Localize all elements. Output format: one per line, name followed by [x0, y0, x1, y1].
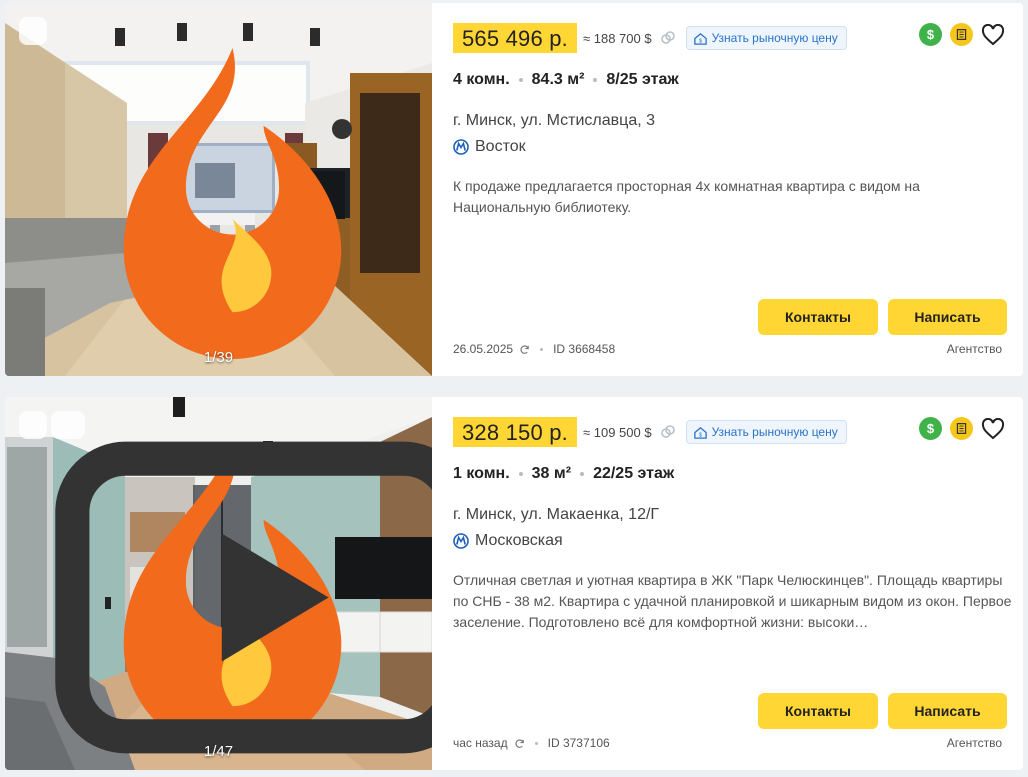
heart-icon[interactable]: [981, 23, 1005, 46]
description: Отличная светлая и уютная квартира в ЖК …: [453, 572, 1012, 630]
video-icon: [55, 441, 432, 754]
price-usd: ≈ 188 700 $: [582, 30, 652, 46]
market-price-button[interactable]: $ Узнать рыночную цену: [685, 26, 847, 50]
hot-badge: [19, 411, 342, 753]
metro-name: Восток: [475, 138, 526, 155]
dollar-icon: $: [919, 23, 942, 46]
listing-info: 565 496 р. ≈ 188 700 $ $ Узнать рыночную…: [453, 3, 1023, 376]
price-usd: ≈ 109 500 $: [582, 424, 652, 440]
hot-badge: [19, 17, 342, 359]
listing-info: 328 150 р. ≈ 109 500 $ $ Узнать рыночную…: [453, 397, 1023, 770]
rooms: 4 комн.: [453, 71, 510, 88]
rooms: 1 комн.: [453, 465, 510, 482]
metro-name: Московская: [475, 532, 563, 549]
listing-date: час назад: [453, 736, 508, 750]
listing-params: 4 комн. 84.3 м² 8/25 этаж: [453, 71, 679, 89]
listing-meta: 26.05.2025 ID 3668458: [453, 342, 615, 356]
area: 84.3 м²: [531, 71, 585, 88]
market-price-label: Узнать рыночную цену: [711, 31, 838, 45]
metro-station: Московская: [453, 532, 563, 550]
seller-type: Агентство: [946, 342, 1002, 356]
market-price-button[interactable]: $ Узнать рыночную цену: [685, 420, 847, 444]
contacts-button[interactable]: Контакты: [758, 693, 878, 729]
listing-card[interactable]: 1/39 565 496 р. ≈ 188 700 $ $ Узнать рын…: [5, 3, 1023, 376]
refresh-icon: [520, 344, 529, 354]
metro-station: Восток: [453, 138, 526, 156]
description: К продаже предлагается просторная 4х ком…: [453, 178, 920, 215]
price: 328 150 р.: [453, 417, 577, 447]
write-button[interactable]: Написать: [888, 299, 1007, 335]
seller-type: Агентство: [946, 736, 1002, 750]
refresh-icon: [515, 738, 524, 748]
address: г. Минск, ул. Мстиславца, 3: [453, 112, 655, 129]
house-price-icon: $: [693, 32, 707, 45]
document-icon: [950, 417, 973, 440]
document-icon: [950, 23, 973, 46]
fire-icon: [123, 48, 342, 359]
metro-icon: [453, 533, 469, 549]
listing-date: 26.05.2025: [453, 342, 514, 356]
floor: 8/25 этаж: [606, 71, 679, 88]
listing-card[interactable]: 1/47 328 150 р. ≈ 109 500 $ $ Узнать рын…: [5, 397, 1023, 770]
photo-counter: 1/47: [203, 743, 234, 760]
contacts-button[interactable]: Контакты: [758, 299, 878, 335]
dollar-icon: $: [919, 417, 942, 440]
listing-meta: час назад ID 3737106: [453, 736, 610, 750]
listing-id: ID 3668458: [553, 342, 616, 356]
listing-photo[interactable]: 1/47: [5, 397, 432, 770]
video-badge[interactable]: [51, 411, 432, 754]
house-price-icon: $: [693, 426, 707, 439]
metro-icon: [453, 139, 469, 155]
listing-id: ID 3737106: [547, 736, 610, 750]
market-price-label: Узнать рыночную цену: [711, 425, 838, 439]
photo-counter: 1/39: [203, 349, 234, 366]
listing-params: 1 комн. 38 м² 22/25 этаж: [453, 465, 674, 483]
address: г. Минск, ул. Макаенка, 12/Г: [453, 506, 660, 523]
write-button[interactable]: Написать: [888, 693, 1007, 729]
area: 38 м²: [531, 465, 572, 482]
floor: 22/25 этаж: [593, 465, 675, 482]
price: 565 496 р.: [453, 23, 577, 53]
heart-icon[interactable]: [981, 417, 1005, 440]
currency-convert-icon[interactable]: [660, 30, 676, 46]
listing-photo[interactable]: 1/39: [5, 3, 432, 376]
currency-convert-icon[interactable]: [660, 424, 676, 440]
